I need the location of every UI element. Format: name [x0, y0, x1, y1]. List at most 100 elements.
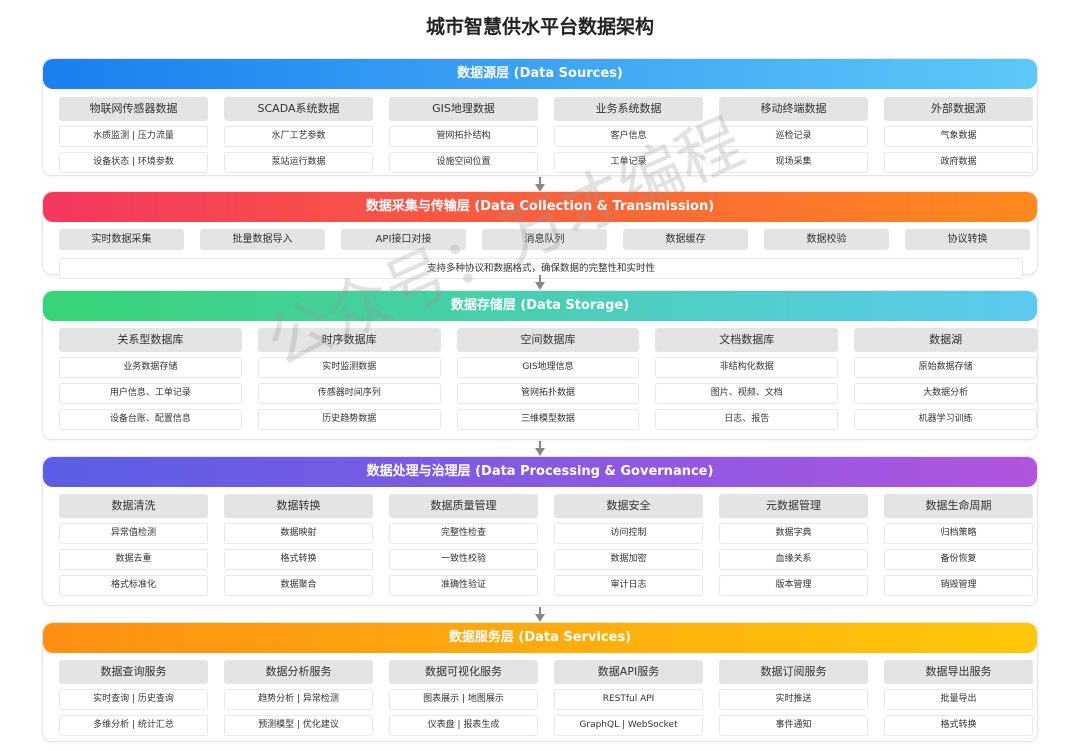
layer-column: 数据订阅服务 实时推送事件通知 — [719, 660, 868, 736]
category-item: 泵站运行数据 — [224, 152, 373, 173]
layer-header: 数据处理与治理层 (Data Processing & Governance) — [43, 457, 1037, 487]
category-item: 历史趋势数据 — [257, 409, 441, 430]
category-item: 数据映射 — [224, 523, 373, 544]
layer-column: 数据安全访问控制数据加密审计日志 — [554, 494, 703, 596]
collection-chip: 数据校验 — [764, 229, 889, 250]
category-item: 水厂工艺参数 — [224, 126, 373, 147]
category-label: 数据可视化服务 — [389, 660, 538, 684]
category-item: 机器学习训练 — [854, 409, 1037, 430]
collection-chip: 批量数据导入 — [200, 229, 325, 250]
layer-column: 数据导出服务 批量导出 格式转换 — [884, 660, 1033, 736]
category-label: 数据API服务 — [554, 660, 703, 684]
layer-data-sources: 数据源层 (Data Sources) 物联网传感器数据 水质监测 | 压力流量设… — [42, 58, 1038, 176]
layer-column: 数据可视化服务 图表展示 | 地图展示 仪表盘 | 报表生成 — [389, 660, 538, 736]
category-item: 管网拓扑数据 — [456, 383, 640, 404]
layer-header: 数据存储层 (Data Storage) — [43, 291, 1037, 321]
layer-column: 文档数据库 非结构化数据 图片、视频、文档 日志、报告 — [655, 328, 839, 430]
category-item: 水质监测 | 压力流量 — [59, 126, 208, 147]
category-item: 气象数据 — [884, 126, 1033, 147]
layer-column: 元数据管理 数据字典 血缘关系 版本管理 — [719, 494, 868, 596]
category-item: 事件通知 — [719, 715, 868, 736]
category-label: 外部数据源 — [884, 97, 1033, 121]
category-item: 完整性检查 — [389, 523, 538, 544]
category-item: 实时监测数据 — [257, 357, 441, 378]
category-item: 数据加密 — [554, 549, 703, 570]
category-item: 格式标准化 — [59, 575, 208, 596]
arrow-down-icon — [535, 441, 545, 457]
category-item: 现场采集 — [719, 152, 868, 173]
layer-column: 业务系统数据 客户信息 工单记录 — [554, 97, 703, 173]
category-label: 时序数据库 — [257, 328, 441, 352]
category-item: 数据聚合 — [224, 575, 373, 596]
category-item: 访问控制 — [554, 523, 703, 544]
category-item: 异常值检测 — [59, 523, 208, 544]
category-label: 业务系统数据 — [554, 97, 703, 121]
category-label: 数据湖 — [854, 328, 1037, 352]
category-item: 图表展示 | 地图展示 — [389, 689, 538, 710]
collection-chip: 协议转换 — [905, 229, 1030, 250]
category-item: 非结构化数据 — [655, 357, 839, 378]
category-item: GIS地理信息 — [456, 357, 640, 378]
category-item: 设备台账、配置信息 — [59, 409, 242, 430]
layer-column: 数据质量管理 完整性检查 一致性校验 准确性验证 — [389, 494, 538, 596]
layer-column: 数据清洗异常值检测数据去重格式标准化 — [59, 494, 208, 596]
category-item: 传感器时间序列 — [257, 383, 441, 404]
category-item: 格式转换 — [224, 549, 373, 570]
category-label: 关系型数据库 — [59, 328, 242, 352]
category-item: 设施空间位置 — [389, 152, 538, 173]
category-item: 备份恢复 — [884, 549, 1033, 570]
category-item: 仪表盘 | 报表生成 — [389, 715, 538, 736]
layer-data-storage: 数据存储层 (Data Storage) 关系型数据库 业务数据存储 用户信息、工单… — [42, 290, 1038, 440]
layer-column: SCADA系统数据 水厂工艺参数 泵站运行数据 — [224, 97, 373, 173]
category-item: 批量导出 — [884, 689, 1033, 710]
category-item: 实时查询 | 历史查询 — [59, 689, 208, 710]
category-item: 数据去重 — [59, 549, 208, 570]
collection-chips: 实时数据采集 批量数据导入 API接口对接 消息队列 数据缓存 数据校验 协议转换 — [59, 229, 1030, 250]
layer-column: 数据湖 原始数据存储 大数据分析 机器学习训练 — [854, 328, 1037, 430]
category-item: 三维模型数据 — [456, 409, 640, 430]
category-label: 数据订阅服务 — [719, 660, 868, 684]
category-item: 趋势分析 | 异常检测 — [224, 689, 373, 710]
category-label: 数据清洗 — [59, 494, 208, 518]
layer-column: 数据生命周期 归档策略 备份恢复 销毁管理 — [884, 494, 1033, 596]
layer-data-services: 数据服务层 (Data Services) 数据查询服务 实时查询 | 历史查询多… — [42, 622, 1038, 742]
category-item: 销毁管理 — [884, 575, 1033, 596]
category-item: 审计日志 — [554, 575, 703, 596]
layer-column: 关系型数据库 业务数据存储 用户信息、工单记录 设备台账、配置信息 — [59, 328, 242, 430]
layer-column: 时序数据库实时监测数据 传感器时间序列 历史趋势数据 — [257, 328, 441, 430]
collection-chip: 数据缓存 — [623, 229, 748, 250]
page-title: 城市智慧供水平台数据架构 — [425, 16, 654, 38]
category-item: 管网拓扑结构 — [389, 126, 538, 147]
category-label: SCADA系统数据 — [224, 97, 373, 121]
category-item: 大数据分析 — [854, 383, 1037, 404]
category-item: 政府数据 — [884, 152, 1033, 173]
layer-column: 空间数据库 GIS地理信息 管网拓扑数据 三维模型数据 — [456, 328, 640, 430]
category-item: 用户信息、工单记录 — [59, 383, 242, 404]
category-item: 血缘关系 — [719, 549, 868, 570]
category-item: 格式转换 — [884, 715, 1033, 736]
collection-chip: 消息队列 — [482, 229, 607, 250]
category-item: RESTful API — [554, 689, 703, 710]
category-label: 物联网传感器数据 — [59, 97, 208, 121]
category-item: 预测模型 | 优化建议 — [224, 715, 373, 736]
layer-column: 数据查询服务 实时查询 | 历史查询 多维分析 | 统计汇总 — [59, 660, 208, 736]
category-label: 数据分析服务 — [224, 660, 373, 684]
category-item: 巡检记录 — [719, 126, 868, 147]
collection-chip: 实时数据采集 — [59, 229, 184, 250]
layer-header: 数据服务层 (Data Services) — [43, 623, 1037, 653]
category-item: 数据字典 — [719, 523, 868, 544]
layer-header: 数据源层 (Data Sources) — [43, 59, 1037, 89]
category-item: 一致性校验 — [389, 549, 538, 570]
category-label: 数据查询服务 — [59, 660, 208, 684]
category-item: GraphQL | WebSocket — [554, 715, 703, 736]
category-label: 数据安全 — [554, 494, 703, 518]
layer-column: GIS地理数据 管网拓扑结构 设施空间位置 — [389, 97, 538, 173]
category-item: 归档策略 — [884, 523, 1033, 544]
layer-data-processing: 数据处理与治理层 (Data Processing & Governance) … — [42, 456, 1038, 606]
layer-column: 数据转换 数据映射 格式转换 数据聚合 — [224, 494, 373, 596]
category-item: 准确性验证 — [389, 575, 538, 596]
arrow-down-icon — [535, 275, 545, 291]
category-item: 业务数据存储 — [59, 357, 242, 378]
layer-column: 物联网传感器数据 水质监测 | 压力流量 设备状态 | 环境参数 — [59, 97, 208, 173]
category-item: 实时推送 — [719, 689, 868, 710]
